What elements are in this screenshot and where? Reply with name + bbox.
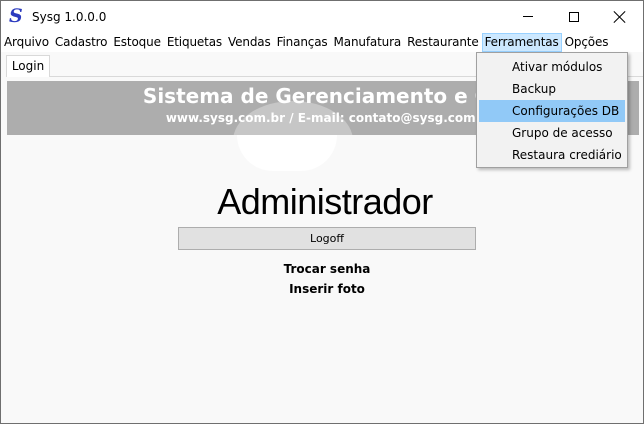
menu-item-configuracoes-db[interactable]: Configurações DB — [479, 100, 625, 122]
ferramentas-dropdown: Ativar módulos Backup Configurações DB G… — [476, 52, 628, 168]
menu-restaurante[interactable]: Restaurante — [404, 33, 481, 52]
menu-bar: Arquivo Cadastro Estoque Etiquetas Venda… — [1, 33, 643, 52]
menu-cadastro[interactable]: Cadastro — [52, 33, 110, 52]
maximize-icon — [569, 11, 579, 22]
tab-login[interactable]: Login — [6, 55, 50, 77]
menu-item-restaura-crediario[interactable]: Restaura crediário — [479, 144, 625, 166]
menu-item-grupo-de-acesso[interactable]: Grupo de acesso — [479, 122, 625, 144]
insert-photo-link[interactable]: Inserir foto — [1, 282, 643, 296]
menu-item-backup[interactable]: Backup — [479, 78, 625, 100]
menu-manufatura[interactable]: Manufatura — [331, 33, 405, 52]
menu-arquivo[interactable]: Arquivo — [1, 33, 52, 52]
app-window: S Sysg 1.0.0.0 Arquivo Cadastro Estoque … — [0, 0, 644, 424]
menu-estoque[interactable]: Estoque — [110, 33, 163, 52]
menu-item-ativar-modulos[interactable]: Ativar módulos — [479, 56, 625, 78]
maximize-button[interactable] — [551, 1, 597, 32]
menu-ferramentas[interactable]: Ferramentas — [481, 33, 562, 52]
menu-vendas[interactable]: Vendas — [225, 33, 274, 52]
app-logo-icon: S — [9, 5, 23, 27]
logoff-button[interactable]: Logoff — [178, 227, 476, 250]
title-bar[interactable]: S Sysg 1.0.0.0 — [1, 1, 643, 33]
close-icon — [614, 11, 626, 23]
close-button[interactable] — [597, 1, 643, 32]
minimize-icon — [523, 16, 533, 17]
menu-financas[interactable]: Finanças — [274, 33, 331, 52]
menu-etiquetas[interactable]: Etiquetas — [164, 33, 225, 52]
window-title: Sysg 1.0.0.0 — [32, 10, 107, 24]
user-name: Administrador — [217, 181, 433, 222]
change-password-link[interactable]: Trocar senha — [1, 262, 643, 276]
menu-opcoes[interactable]: Opções — [562, 33, 612, 52]
minimize-button[interactable] — [505, 1, 551, 32]
